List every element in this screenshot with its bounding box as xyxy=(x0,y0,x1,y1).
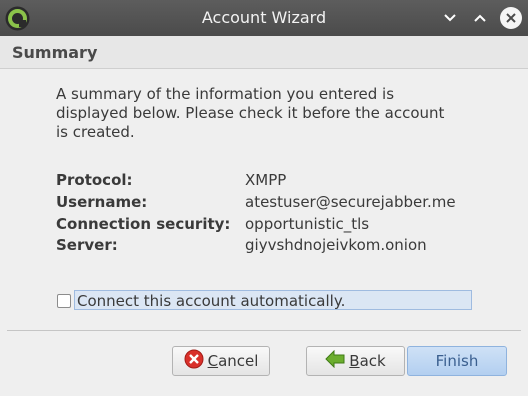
protocol-label: Protocol: xyxy=(56,171,133,189)
auto-connect-checkbox[interactable] xyxy=(57,294,71,308)
close-button[interactable] xyxy=(500,7,522,29)
back-label: Back xyxy=(349,352,386,370)
button-divider xyxy=(7,330,521,331)
minimize-button[interactable] xyxy=(439,7,461,29)
section-title: Summary xyxy=(12,43,98,62)
back-button[interactable]: Back xyxy=(306,346,405,376)
finish-label: Finish xyxy=(435,352,479,370)
finish-button[interactable]: Finish xyxy=(407,346,507,376)
cancel-button[interactable]: Cancel xyxy=(172,346,270,376)
username-label: Username: xyxy=(56,193,148,211)
connection-security-label: Connection security: xyxy=(56,215,231,233)
summary-description: A summary of the information you entered… xyxy=(56,85,445,141)
cancel-label: Cancel xyxy=(207,352,259,370)
cancel-icon xyxy=(184,349,204,373)
chevron-up-icon xyxy=(474,14,486,22)
title-bar[interactable]: Account Wizard xyxy=(0,0,528,36)
chevron-down-icon xyxy=(444,14,456,22)
account-wizard-window: Account Wizard Summary A summary of the … xyxy=(0,0,528,396)
close-icon xyxy=(506,13,516,23)
protocol-value: XMPP xyxy=(245,171,287,189)
section-header: Summary xyxy=(0,36,528,69)
server-label: Server: xyxy=(56,236,118,254)
auto-connect-option[interactable]: Connect this account automatically. xyxy=(57,290,475,312)
auto-connect-label[interactable]: Connect this account automatically. xyxy=(74,290,472,310)
connection-security-value: opportunistic_tls xyxy=(245,215,370,233)
username-value: atestuser@securejabber.me xyxy=(245,193,456,211)
maximize-button[interactable] xyxy=(469,7,491,29)
server-value: giyvshdnojeivkom.onion xyxy=(245,236,427,254)
back-arrow-icon xyxy=(325,349,345,372)
